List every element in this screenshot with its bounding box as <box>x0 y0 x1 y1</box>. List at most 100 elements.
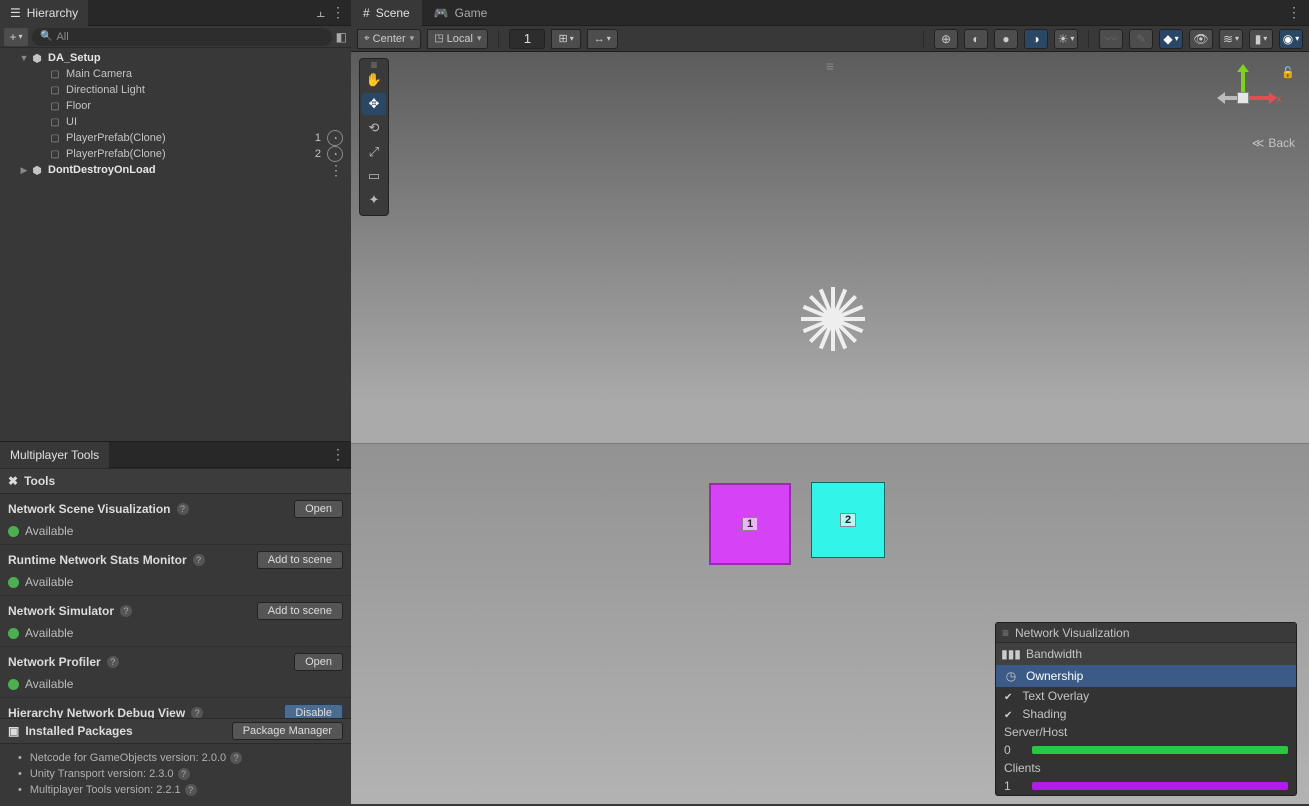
directional-light-gizmo[interactable] <box>801 287 865 351</box>
netvis-titlebar[interactable]: Network Visualization <box>996 623 1296 643</box>
tab-scene[interactable]: # Scene <box>351 0 422 26</box>
hierarchy-filter-icon[interactable]: ◧ <box>336 30 347 44</box>
ownership-icon: ◷ <box>1004 669 1018 683</box>
search-icon: 🔍 <box>40 31 52 42</box>
clients-label: Clients <box>1004 761 1041 775</box>
multiplayer-tab[interactable]: Multiplayer Tools <box>0 442 109 468</box>
package-item-2: Multiplayer Tools version: 2.2.1 ? <box>8 782 343 798</box>
netvis-title: Network Visualization <box>1015 626 1130 640</box>
player-prefab-2[interactable]: 2 <box>811 482 885 558</box>
hierarchy-item-4[interactable]: ▢UI <box>0 114 351 130</box>
scene-area: # Scene 🎮 Game ⋮ ⌖Center ◳Local ⊞▾ ↔▾ ⊕ … <box>351 0 1309 804</box>
shaded-button[interactable]: ● <box>994 29 1018 49</box>
rect-tool-button[interactable]: ▭ <box>362 165 386 187</box>
layers-button[interactable]: ◆▾ <box>1159 29 1183 49</box>
mp-tool-status: Available <box>25 575 73 589</box>
status-dot-icon <box>8 628 19 639</box>
tools-section-header: ✖ Tools <box>0 468 351 494</box>
network-object-icon: ◔ <box>327 146 343 162</box>
scale-tool-button[interactable]: ⤢ <box>362 141 386 163</box>
transform-tool-button[interactable]: ✦ <box>362 189 386 211</box>
audio-toggle-button[interactable]: 〰 <box>1099 29 1123 49</box>
hierarchy-search-input[interactable]: 🔍 All <box>32 28 332 46</box>
netvis-ownership-row[interactable]: ◷ Ownership <box>996 665 1296 687</box>
skybox-toggle-button[interactable]: ◑ <box>1024 29 1048 49</box>
status-dot-icon <box>8 577 19 588</box>
mp-tool-2: Network Simulator?Add to sceneAvailable <box>0 596 351 647</box>
gizmo-layers-button[interactable]: ≋▾ <box>1219 29 1243 49</box>
palette-handle[interactable] <box>362 63 386 67</box>
netvis-textoverlay-toggle[interactable]: Text Overlay <box>996 687 1296 705</box>
network-object-icon: ◔ <box>327 130 343 146</box>
netvis-shading-toggle[interactable]: Shading <box>996 705 1296 723</box>
package-label: Unity Transport version: 2.3.0 <box>30 768 174 780</box>
hierarchy-item-label: Directional Light <box>66 84 145 96</box>
orientation-gizmo[interactable]: x <box>1211 66 1275 130</box>
hierarchy-item-label: Main Camera <box>66 68 132 80</box>
help-icon[interactable]: ? <box>193 554 205 566</box>
mp-tool-name: Hierarchy Network Debug View <box>8 706 185 718</box>
visibility-button[interactable]: 👁 <box>1189 29 1213 49</box>
hierarchy-item-7[interactable]: ▶⬢DontDestroyOnLoad⋮ <box>0 162 351 178</box>
hierarchy-item-6[interactable]: ▢PlayerPrefab(Clone)2◔ <box>0 146 351 162</box>
hierarchy-item-2[interactable]: ▢Directional Light <box>0 82 351 98</box>
gameobject-icon: ▢ <box>48 115 62 129</box>
overlay-menu-handle[interactable]: ≡ <box>826 58 834 74</box>
hierarchy-tab[interactable]: ☰ Hierarchy <box>0 0 88 26</box>
hierarchy-menu-icon[interactable]: ⋮ <box>331 4 345 21</box>
help-icon[interactable]: ? <box>230 752 242 764</box>
help-icon[interactable]: ? <box>107 656 119 668</box>
hierarchy-toolbar: +▾ 🔍 All ◧ <box>0 26 351 48</box>
hierarchy-item-3[interactable]: ▢Floor <box>0 98 351 114</box>
scene-tab-label: Scene <box>376 6 410 20</box>
2d-toggle-button[interactable]: ◐ <box>964 29 988 49</box>
mp-tool-button[interactable]: Open <box>294 500 343 518</box>
hierarchy-create-button[interactable]: +▾ <box>4 28 28 46</box>
pivot-dropdown[interactable]: ⌖Center <box>357 29 421 49</box>
hierarchy-item-label: PlayerPrefab(Clone) <box>66 148 166 160</box>
help-icon[interactable]: ? <box>191 707 203 718</box>
mp-tool-button[interactable]: Open <box>294 653 343 671</box>
rotate-tool-button[interactable]: ⟲ <box>362 117 386 139</box>
move-tool-button[interactable]: ✥ <box>362 93 386 115</box>
mp-tool-button[interactable]: Add to scene <box>257 602 343 620</box>
gizmos-button[interactable]: ◉▾ <box>1279 29 1303 49</box>
multiplayer-menu-icon[interactable]: ⋮ <box>331 446 345 463</box>
help-icon[interactable]: ? <box>178 768 190 780</box>
hand-tool-button[interactable]: ✋ <box>362 69 386 91</box>
shading-check-icon <box>1004 707 1014 721</box>
netvis-bandwidth-row[interactable]: ▮▮▮ Bandwidth <box>996 643 1296 665</box>
orientation-gizmo-container: x 🔓 ≪ Back <box>1211 66 1295 150</box>
draw-mode-button[interactable]: ⊕ <box>934 29 958 49</box>
hierarchy-badge: 2 <box>315 148 321 160</box>
mp-tool-button[interactable]: Add to scene <box>257 551 343 569</box>
scene-back-button[interactable]: ≪ Back <box>1252 136 1295 150</box>
scene-menu-icon[interactable]: ⋮ <box>1287 4 1301 21</box>
mp-tool-button[interactable]: Disable <box>284 704 343 718</box>
grid-step-input[interactable] <box>509 29 545 49</box>
hierarchy-item-5[interactable]: ▢PlayerPrefab(Clone)1◔ <box>0 130 351 146</box>
gizmo-lock-icon[interactable]: 🔓 <box>1281 66 1295 79</box>
mp-tool-status: Available <box>25 626 73 640</box>
hierarchy-item-menu[interactable]: ⋮ <box>329 162 343 179</box>
help-icon[interactable]: ? <box>177 503 189 515</box>
tab-game[interactable]: 🎮 Game <box>422 0 500 26</box>
help-icon[interactable]: ? <box>185 784 197 796</box>
netvis-serverhost-label: Server/Host <box>996 723 1296 741</box>
handle-dropdown[interactable]: ◳Local <box>427 29 488 49</box>
scene-view[interactable]: ≡ ✋ ✥ ⟲ ⤢ ▭ ✦ x 🔓 ≪ <box>351 52 1309 804</box>
hierarchy-item-0[interactable]: ▼⬢DA_Setup <box>0 50 351 66</box>
network-visualization-overlay[interactable]: Network Visualization ▮▮▮ Bandwidth ◷ Ow… <box>995 622 1297 796</box>
snap-increment-button[interactable]: ↔▾ <box>587 29 618 49</box>
hierarchy-tree[interactable]: ▼⬢DA_Setup▢Main Camera▢Directional Light… <box>0 48 351 441</box>
help-icon[interactable]: ? <box>120 605 132 617</box>
mp-tool-status: Available <box>25 677 73 691</box>
grid-snap-button[interactable]: ⊞▾ <box>551 29 580 49</box>
camera-button[interactable]: ▮▾ <box>1249 29 1273 49</box>
lighting-button[interactable]: ☀▾ <box>1054 29 1078 49</box>
package-manager-button[interactable]: Package Manager <box>232 722 343 740</box>
player-prefab-1[interactable]: 1 <box>709 483 791 565</box>
hierarchy-item-1[interactable]: ▢Main Camera <box>0 66 351 82</box>
fx-toggle-button[interactable]: ✎ <box>1129 29 1153 49</box>
hierarchy-lock-icon[interactable]: ⫠ <box>317 4 325 21</box>
